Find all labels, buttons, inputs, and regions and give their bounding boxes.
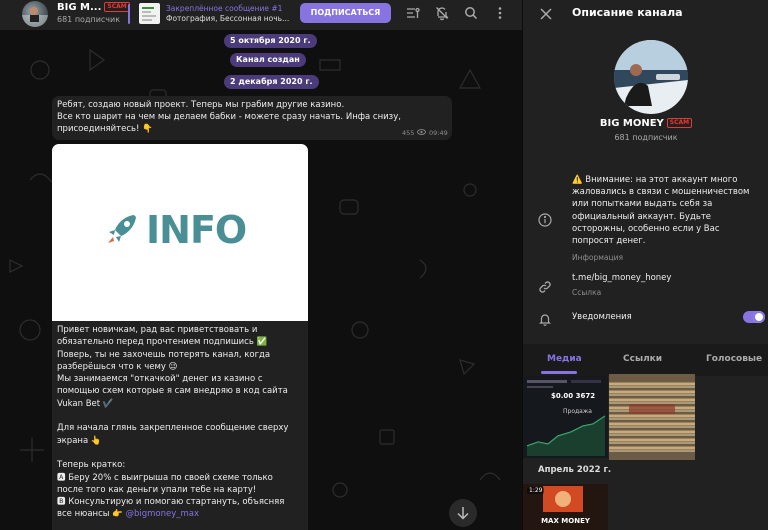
pinned-indicator — [128, 4, 130, 24]
post-text-line: Поверь, ты не захочешь потерять канал, к… — [57, 349, 271, 360]
channel-name: BIG MONEY SCAM — [523, 118, 768, 129]
info-icon — [538, 212, 552, 227]
active-tab-indicator — [541, 371, 577, 374]
telegram-window: BIG M... SCAM 681 подписчик Закреплённое … — [0, 0, 768, 530]
scam-badge: SCAM — [666, 118, 693, 128]
link-icon — [538, 279, 552, 293]
channel-avatar-large[interactable] — [614, 40, 688, 114]
pinned-thumbnail[interactable] — [139, 3, 160, 24]
scroll-down-button[interactable] — [449, 499, 477, 527]
rocket-icon — [108, 215, 136, 243]
post-text-line: помощью схем которые я сам внедряю в код… — [57, 386, 288, 397]
info-label: Информация — [572, 253, 624, 262]
search-icon[interactable] — [463, 5, 479, 21]
screenshot-label: Продажа — [563, 408, 592, 415]
arrow-down-icon — [457, 507, 469, 520]
channel-title[interactable]: BIG M... SCAM — [57, 2, 130, 13]
pinned-message-title[interactable]: Закреплённое сообщение #1 — [166, 4, 282, 13]
media-month-label: Апрель 2022 г. — [538, 465, 612, 475]
chat-area[interactable]: 5 октября 2020 г. Канал создан 2 декабря… — [0, 30, 522, 530]
close-icon[interactable] — [539, 6, 553, 20]
subscriber-count: 681 подписчик — [57, 15, 121, 24]
scam-warning-text: ⚠️ Внимание: на этот аккаунт много жалов… — [572, 175, 750, 247]
post-text-line: после того как деньги упали тебе на карт… — [57, 484, 257, 495]
subscribe-button[interactable]: ПОДПИСАТЬСЯ — [300, 3, 391, 23]
channel-link[interactable]: t.me/big_money_honey — [572, 273, 671, 283]
bell-icon — [538, 311, 552, 326]
message-bubble[interactable]: Ребят, создаю новый проект. Теперь мы гр… — [52, 96, 452, 140]
post-text: Привет новичкам, рад вас приветствовать … — [57, 324, 307, 521]
post-text-line — [57, 447, 307, 459]
more-icon[interactable] — [492, 5, 508, 21]
date-separator: 2 декабря 2020 г. — [224, 75, 319, 89]
channel-info-panel: Описание канала BIG MONEY SCAM 681 подпис… — [522, 0, 768, 530]
post-text-line: 🅱 Консультирую и помогаю стартануть, объ… — [57, 497, 285, 508]
video-caption: MAX MONEY — [541, 517, 590, 525]
mute-icon[interactable] — [434, 5, 450, 21]
tab-voice[interactable]: Голосовые — [706, 354, 762, 364]
views-count: 455 — [402, 129, 415, 137]
channel-name-text: BIG MONEY — [599, 118, 664, 129]
video-chat-icon[interactable] — [405, 5, 421, 21]
notifications-label: Уведомления — [572, 312, 632, 322]
post-text-line: Vukan Bet ✔️ — [57, 398, 114, 409]
username-link[interactable]: @bigmoney_max — [125, 509, 199, 519]
message-time: 09:49 — [429, 129, 448, 137]
link-label: Ссылка — [572, 288, 602, 297]
post-text-line: Для начала глянь закрепленное сообщение … — [57, 423, 289, 434]
video-duration: 1:29 — [527, 487, 545, 494]
subscriber-count: 681 подписчик — [614, 133, 678, 142]
info-logo-text: INFO — [146, 208, 247, 252]
post-text-line: Привет новичкам, рад вас приветствовать … — [57, 325, 258, 335]
post-text-line: обязательно перед прочтением подпишись ✅ — [57, 337, 268, 348]
eye-icon — [416, 129, 426, 135]
post-text-line: разберёшься что к чему 😉 — [57, 361, 178, 372]
channel-avatar[interactable] — [22, 1, 48, 27]
post-text-line: Теперь кратко: — [57, 460, 126, 471]
media-thumb-video[interactable]: 1:29 MAX MONEY — [523, 484, 608, 530]
panel-title: Описание канала — [572, 6, 683, 19]
date-separator: 5 октября 2020 г. — [224, 34, 317, 48]
media-thumb-screenshot[interactable]: $0.00 3672 Продажа — [523, 376, 608, 458]
scam-badge: SCAM — [104, 2, 130, 12]
post-image[interactable]: INFO — [52, 144, 308, 321]
chat-header: BIG M... SCAM 681 подписчик Закреплённое … — [0, 0, 522, 30]
tab-links[interactable]: Ссылки — [623, 354, 662, 364]
message-text: Ребят, создаю новый проект. Теперь мы гр… — [57, 100, 401, 134]
message-views: 455 — [402, 129, 426, 137]
tab-media[interactable]: Медиа — [547, 354, 582, 364]
notifications-toggle[interactable] — [743, 311, 765, 323]
post-text-line: экрана 👆 — [57, 435, 102, 446]
post-text-line[interactable]: все нюансы 👉 @bigmoney_max — [57, 508, 307, 520]
post-text-line: Мы занимаемся "откачкой" денег из казино… — [57, 374, 263, 385]
service-message: Канал создан — [230, 53, 306, 67]
screenshot-balance: $0.00 3672 — [551, 392, 596, 400]
media-thumb-money[interactable] — [609, 374, 695, 460]
post-bubble[interactable]: INFO Привет новичкам, рад вас приветство… — [52, 144, 308, 530]
channel-title-text: BIG M... — [57, 2, 102, 13]
post-text-line: 🅰 Беру 20% с выигрыша по своей схеме тол… — [57, 472, 273, 483]
pinned-message-text[interactable]: Фотография, Бессонная ночь... — [166, 14, 289, 23]
post-text-line — [57, 410, 307, 422]
